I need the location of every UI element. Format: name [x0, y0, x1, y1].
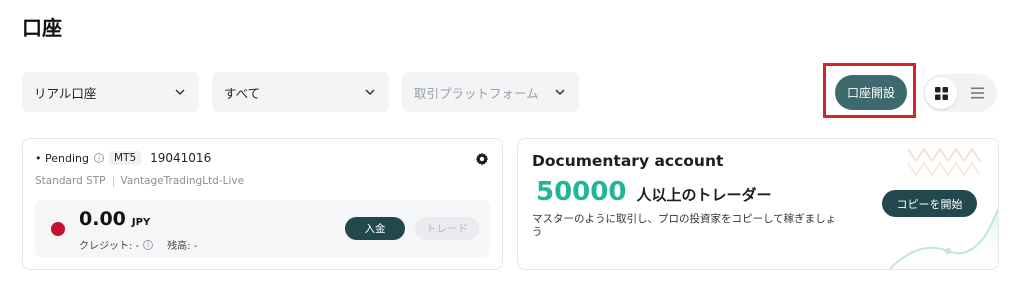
account-type-value: リアル口座 [34, 85, 97, 101]
grid-view-button[interactable] [925, 77, 957, 109]
balance-currency: JPY [131, 217, 151, 228]
credit-label: クレジット: - [79, 241, 140, 252]
credit-balance-line: クレジット: - i 残高: - [79, 237, 197, 252]
open-account-button[interactable]: 口座開設 [835, 75, 907, 110]
settings-icon[interactable] [475, 152, 489, 166]
divider [112, 175, 114, 187]
account-type-select[interactable]: リアル口座 [22, 72, 199, 112]
chevron-down-icon [365, 89, 375, 96]
chevron-down-icon [555, 89, 565, 96]
info-icon[interactable]: i [143, 239, 154, 250]
account-number: 19041016 [150, 151, 212, 165]
account-status: • Pending [35, 151, 89, 165]
list-icon [970, 87, 984, 99]
start-copy-button[interactable]: コピーを開始 [882, 190, 977, 217]
account-type: Standard STP [35, 175, 106, 187]
platform-placeholder: 取引プラットフォーム [414, 85, 539, 101]
account-header: • Pending i MT5 19041016 [35, 151, 211, 165]
platform-select[interactable]: 取引プラットフォーム [402, 72, 579, 112]
status-select[interactable]: すべて [212, 72, 389, 112]
jp-flag-icon [51, 222, 65, 236]
balance-label: 残高: - [167, 241, 198, 252]
account-card: • Pending i MT5 19041016 Standard STP Va… [22, 138, 503, 270]
info-icon[interactable]: i [93, 153, 104, 163]
balance-amount: 0.00 [79, 208, 126, 230]
copy-trading-promo-card: Documentary account 50000 人以上のトレーダー マスター… [517, 138, 999, 270]
promo-headline: 50000 人以上のトレーダー [536, 177, 771, 207]
deposit-button[interactable]: 入金 [345, 217, 405, 240]
promo-title: Documentary account [532, 152, 724, 170]
platform-tag: MT5 [108, 151, 142, 165]
balance: 0.00 JPY [79, 208, 150, 230]
grid-icon [934, 86, 948, 100]
account-meta: Standard STP VantageTradingLtd-Live [35, 175, 244, 187]
page-title: 口座 [22, 16, 62, 40]
trader-count: 50000 [536, 177, 627, 207]
status-value: すべて [224, 85, 261, 101]
trade-button[interactable]: トレード [415, 217, 479, 240]
trader-count-suffix: 人以上のトレーダー [636, 186, 772, 204]
server-name: VantageTradingLtd-Live [120, 175, 245, 187]
chevron-down-icon [175, 89, 185, 96]
list-view-button[interactable] [961, 77, 993, 109]
view-toggle [923, 74, 997, 112]
balance-panel: 0.00 JPY クレジット: - i 残高: - 入金 トレード [35, 200, 490, 257]
promo-description: マスターのように取引し、プロの投資家をコピーして稼ぎましょう [532, 213, 837, 238]
